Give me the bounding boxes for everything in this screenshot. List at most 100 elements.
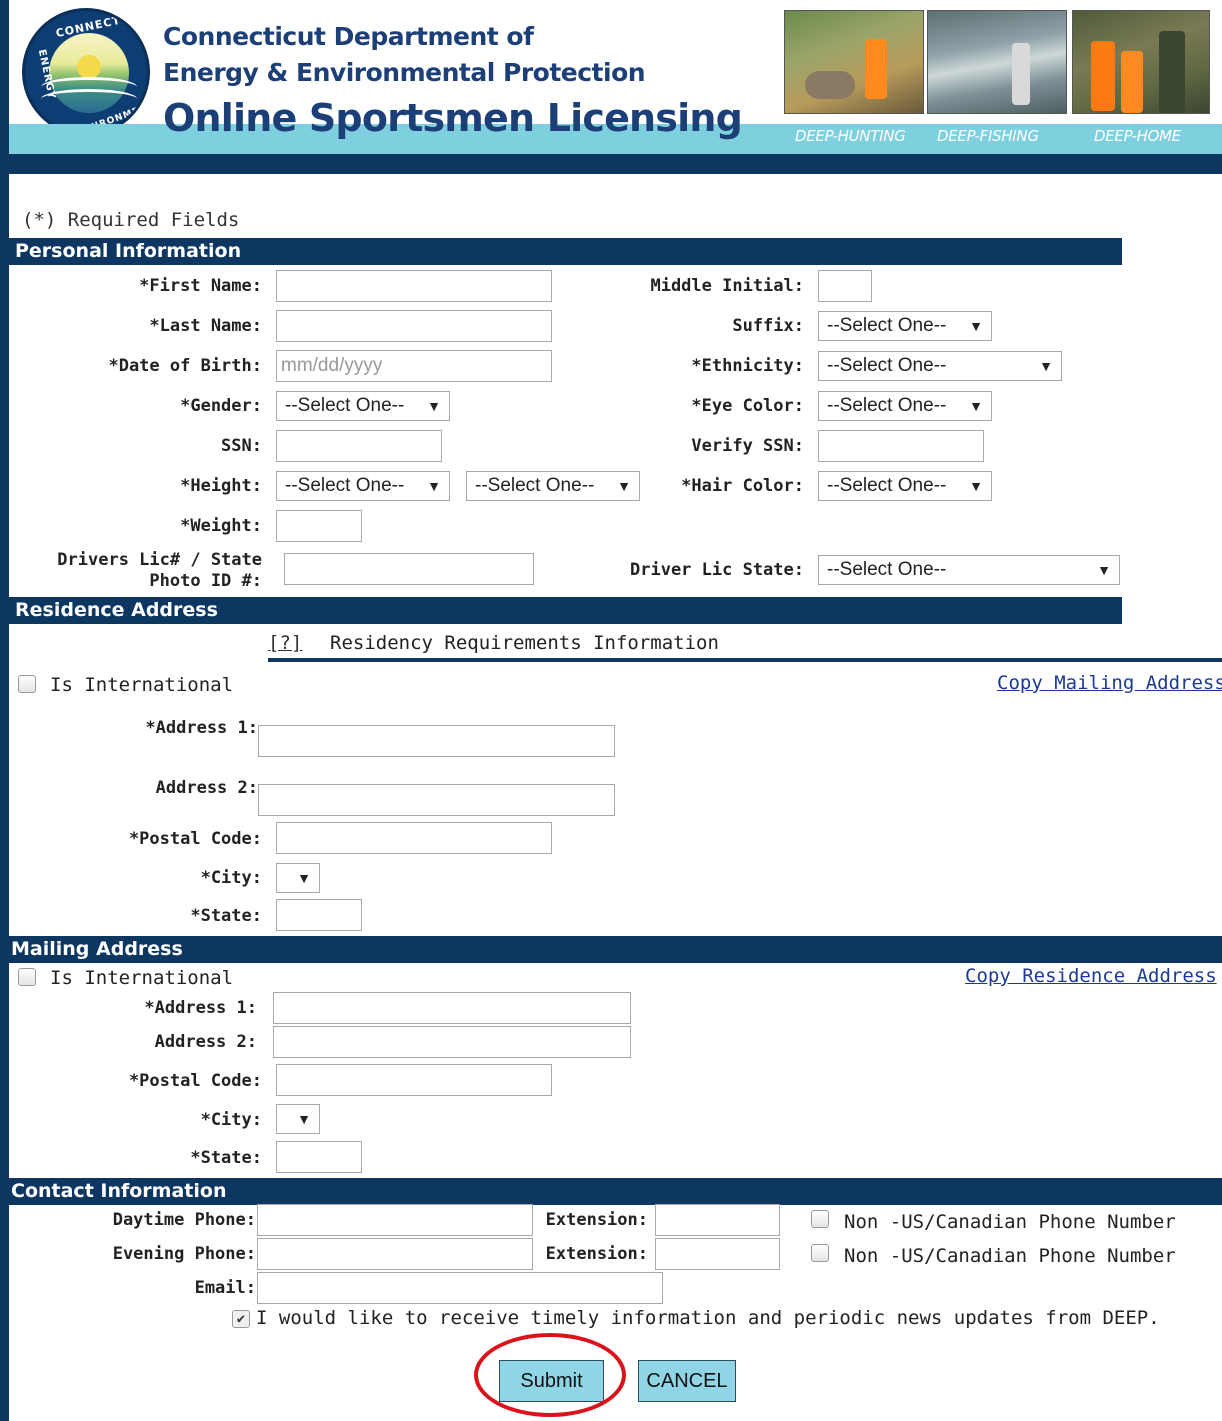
highlight-circle <box>474 1333 626 1417</box>
cancel-button[interactable]: CANCEL <box>638 1360 736 1402</box>
weight-input[interactable] <box>276 510 362 542</box>
height-feet-select[interactable]: --Select One-- ▼ <box>276 471 450 501</box>
left-border <box>0 0 9 1421</box>
mailing-postal-input[interactable] <box>276 1064 552 1096</box>
nav-deep-fishing[interactable]: DEEP-FISHING <box>937 127 1039 145</box>
dropdown-arrow-icon: ▼ <box>427 398 441 414</box>
first-name-input[interactable] <box>276 270 552 302</box>
mailing-city-label: *City: <box>200 1110 262 1130</box>
residency-help-tag[interactable]: [?] <box>268 632 302 654</box>
residence-postal-input[interactable] <box>276 822 552 854</box>
fishing-photo <box>927 10 1067 114</box>
dob-label: *Date of Birth: <box>108 356 262 376</box>
driver-lic-state-label: Driver Lic State: <box>630 560 804 580</box>
residence-city-select[interactable]: ▼ <box>276 863 320 893</box>
evening-phone-input[interactable] <box>257 1238 533 1270</box>
copy-residence-address-link[interactable]: Copy Residence Address <box>965 965 1217 987</box>
hair-color-select-value: --Select One-- <box>827 475 947 496</box>
daytime-phone-input[interactable] <box>257 1204 533 1236</box>
eye-color-select-value: --Select One-- <box>827 395 947 416</box>
home-photo <box>1072 10 1210 114</box>
ssn-input[interactable] <box>276 430 442 462</box>
ethnicity-select-value: --Select One-- <box>827 355 947 376</box>
dob-input[interactable]: mm/dd/yyyy <box>276 350 552 382</box>
newsletter-checkbox[interactable] <box>232 1310 250 1328</box>
last-name-input[interactable] <box>276 310 552 342</box>
dropdown-arrow-icon: ▼ <box>297 870 311 886</box>
email-input[interactable] <box>257 1272 663 1304</box>
weight-label: *Weight: <box>180 516 262 536</box>
mailing-international-label: Is International <box>50 967 234 989</box>
suffix-label: Suffix: <box>732 316 804 336</box>
nav-deep-hunting[interactable]: DEEP-HUNTING <box>795 127 906 145</box>
section-personal-information: Personal Information <box>9 238 1122 265</box>
mailing-address1-input[interactable] <box>273 992 631 1024</box>
residence-state-label: *State: <box>190 906 262 926</box>
residency-divider <box>268 658 1222 662</box>
drivers-lic-input[interactable] <box>284 553 534 585</box>
newsletter-label: I would like to receive timely informati… <box>256 1307 1160 1329</box>
residence-address1-label: *Address 1: <box>145 718 258 738</box>
daytime-phone-label: Daytime Phone: <box>112 1210 256 1230</box>
evening-non-us-checkbox[interactable] <box>811 1244 829 1262</box>
dropdown-arrow-icon: ▼ <box>969 478 983 494</box>
mailing-state-input[interactable] <box>276 1141 362 1173</box>
section-mailing-address: Mailing Address <box>9 936 1222 963</box>
daytime-extension-label: Extension: <box>545 1210 648 1230</box>
evening-extension-input[interactable] <box>655 1238 780 1270</box>
residence-address2-input[interactable] <box>258 784 615 816</box>
evening-phone-label: Evening Phone: <box>112 1244 256 1264</box>
copy-mailing-address-link[interactable]: Copy Mailing Address <box>997 672 1222 694</box>
residency-help-text: Residency Requirements Information <box>330 632 719 654</box>
hair-color-select[interactable]: --Select One-- ▼ <box>818 471 992 501</box>
evening-non-us-label: Non -US/Canadian Phone Number <box>844 1245 1176 1267</box>
email-label: Email: <box>194 1278 256 1298</box>
nav-deep-home[interactable]: DEEP-HOME <box>1094 127 1181 145</box>
residence-city-label: *City: <box>200 868 262 888</box>
middle-initial-label: Middle Initial: <box>650 276 804 296</box>
required-fields-note: (*) Required Fields <box>22 209 240 231</box>
section-contact-information: Contact Information <box>9 1178 1222 1205</box>
evening-extension-label: Extension: <box>545 1244 648 1264</box>
gender-select[interactable]: --Select One-- ▼ <box>276 391 450 421</box>
height-feet-select-value: --Select One-- <box>285 475 405 496</box>
gender-label: *Gender: <box>180 396 262 416</box>
header-line-2: Energy & Environmental Protection <box>163 58 646 87</box>
eye-color-label: *Eye Color: <box>691 396 804 416</box>
drivers-lic-label-line2: Photo ID #: <box>149 571 262 591</box>
mailing-international-checkbox[interactable] <box>18 968 36 986</box>
mailing-postal-label: *Postal Code: <box>128 1071 262 1091</box>
residence-state-input[interactable] <box>276 899 362 931</box>
ssn-label: SSN: <box>221 436 262 456</box>
residence-international-label: Is International <box>50 674 234 696</box>
last-name-label: *Last Name: <box>149 316 262 336</box>
driver-lic-state-select[interactable]: --Select One-- ▼ <box>818 555 1120 585</box>
dropdown-arrow-icon: ▼ <box>1097 562 1111 578</box>
section-residence-address: Residence Address <box>9 597 1122 624</box>
ethnicity-select[interactable]: --Select One-- ▼ <box>818 351 1062 381</box>
daytime-extension-input[interactable] <box>655 1204 780 1236</box>
dropdown-arrow-icon: ▼ <box>427 478 441 494</box>
residence-international-checkbox[interactable] <box>18 675 36 693</box>
header-site-title: Online Sportsmen Licensing <box>163 96 743 140</box>
residence-postal-label: *Postal Code: <box>128 829 262 849</box>
suffix-select-value: --Select One-- <box>827 315 947 336</box>
suffix-select[interactable]: --Select One-- ▼ <box>818 311 992 341</box>
dropdown-arrow-icon: ▼ <box>969 398 983 414</box>
verify-ssn-input[interactable] <box>818 430 984 462</box>
mailing-address2-input[interactable] <box>273 1026 631 1058</box>
ethnicity-label: *Ethnicity: <box>691 356 804 376</box>
height-label: *Height: <box>180 476 262 496</box>
header-line-1: Connecticut Department of <box>163 22 534 51</box>
mailing-city-select[interactable]: ▼ <box>276 1104 320 1134</box>
residence-address1-input[interactable] <box>258 725 615 757</box>
eye-color-select[interactable]: --Select One-- ▼ <box>818 391 992 421</box>
driver-lic-state-select-value: --Select One-- <box>827 559 947 580</box>
deep-logo: CONNECTICUT ENERGY ENVIRONMENT <box>22 8 150 136</box>
middle-initial-input[interactable] <box>818 270 872 302</box>
daytime-non-us-label: Non -US/Canadian Phone Number <box>844 1211 1176 1233</box>
drivers-lic-label-line1: Drivers Lic# / State <box>57 550 262 570</box>
dropdown-arrow-icon: ▼ <box>1039 358 1053 374</box>
gender-select-value: --Select One-- <box>285 395 405 416</box>
daytime-non-us-checkbox[interactable] <box>811 1210 829 1228</box>
